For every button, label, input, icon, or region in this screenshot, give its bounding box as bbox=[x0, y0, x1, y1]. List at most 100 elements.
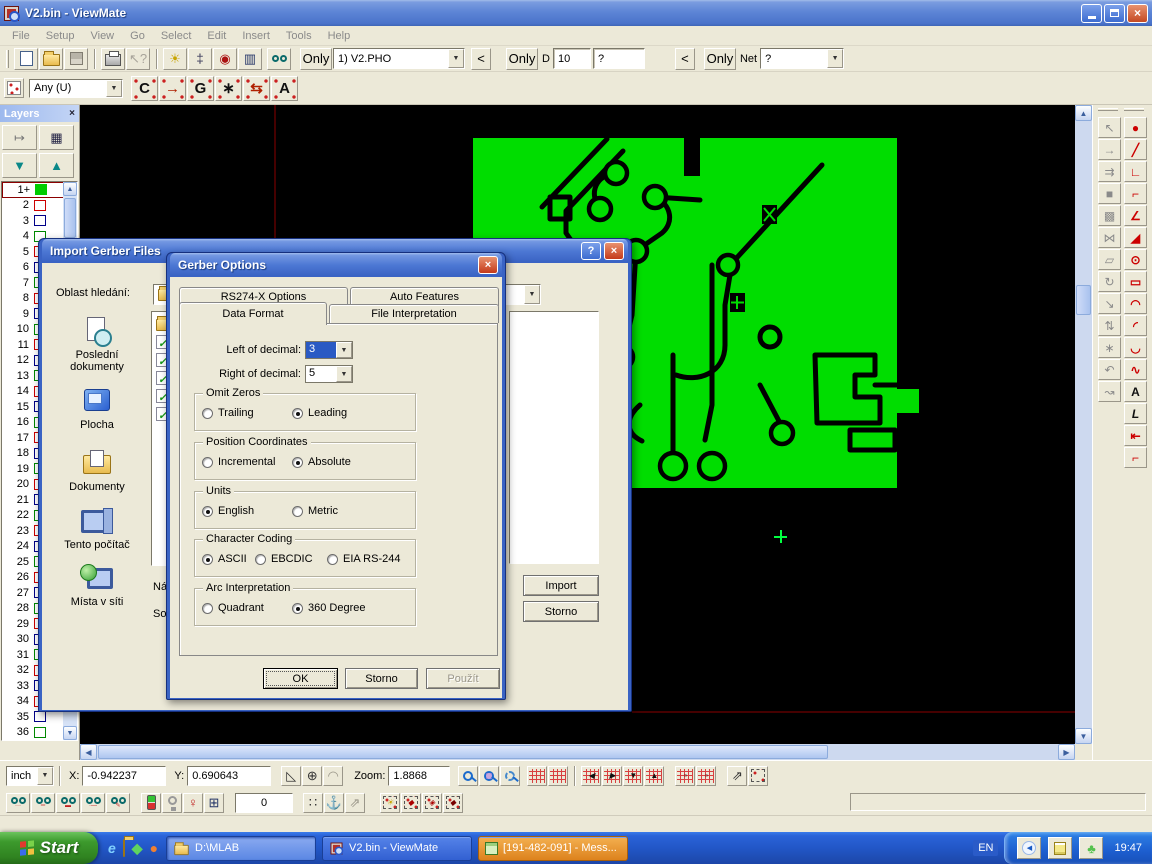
draw-arc-angle-button[interactable]: ∠ bbox=[1124, 205, 1147, 226]
highlight-component-button[interactable]: ◈ bbox=[422, 793, 442, 813]
firefox-quick-icon[interactable]: ● bbox=[150, 840, 158, 856]
scroll-up-icon[interactable]: ▲ bbox=[63, 182, 77, 196]
measure-diagonal-button[interactable]: ⇗ bbox=[727, 766, 747, 786]
chevron-down-icon[interactable]: ▼ bbox=[106, 80, 122, 97]
grid-value-field[interactable]: 0 bbox=[235, 793, 293, 813]
menu-tools[interactable]: Tools bbox=[278, 28, 320, 44]
chevron-down-icon[interactable]: ▼ bbox=[448, 49, 464, 68]
language-indicator[interactable]: EN bbox=[973, 840, 998, 856]
hscroll-thumb[interactable] bbox=[98, 745, 828, 759]
draw-corner-button[interactable]: ⌐ bbox=[1124, 183, 1147, 204]
grid-dcode-button[interactable] bbox=[527, 766, 547, 786]
cancel-button[interactable]: Storno bbox=[345, 668, 418, 689]
pad-target-button[interactable]: ◉ bbox=[213, 48, 237, 70]
layers-panel-titlebar[interactable]: Layers × bbox=[0, 105, 79, 122]
canvas-horizontal-scrollbar[interactable]: ◀ ▶ bbox=[80, 744, 1075, 760]
lamp-off-button[interactable] bbox=[162, 793, 182, 813]
zoom-in-button[interactable] bbox=[458, 766, 478, 786]
restore-button[interactable] bbox=[1104, 4, 1125, 23]
task-message[interactable]: [191-482-091] - Mess... bbox=[478, 836, 628, 861]
layer-composite-button[interactable]: ▦ bbox=[39, 125, 74, 150]
draw-arc2-button[interactable]: ◡ bbox=[1124, 337, 1147, 358]
active-layer-combo[interactable]: 1) V2.PHO ▼ bbox=[333, 48, 465, 69]
help-button[interactable]: ? bbox=[581, 242, 601, 260]
place-documents[interactable]: Dokumenty bbox=[49, 449, 145, 493]
dcode-traces-view-button[interactable]: ·— bbox=[81, 793, 105, 813]
radio-eia-rs-244[interactable]: EIA RS-244 bbox=[327, 553, 400, 565]
task-viewmate[interactable]: V2.bin - ViewMate bbox=[322, 836, 472, 861]
film-layers-button[interactable]: ▥ bbox=[238, 48, 262, 70]
dcode-type-combo[interactable]: Any (U) ▼ bbox=[29, 79, 123, 98]
draw-label-button[interactable]: L bbox=[1124, 403, 1147, 424]
chevron-down-icon[interactable]: ▼ bbox=[524, 285, 540, 304]
pan-up-button[interactable]: ▲ bbox=[644, 766, 664, 786]
menu-view[interactable]: View bbox=[82, 28, 122, 44]
place-desktop[interactable]: Plocha bbox=[49, 387, 145, 431]
settings-gear-button[interactable]: ∗ bbox=[1098, 337, 1121, 358]
center-target-button[interactable]: ⊕ bbox=[302, 766, 322, 786]
dcode-g-button[interactable]: G bbox=[187, 76, 214, 101]
scale-button[interactable]: ↘ bbox=[1098, 293, 1121, 314]
stoplight-button[interactable] bbox=[141, 793, 161, 813]
scroll-left-icon[interactable]: ◀ bbox=[80, 744, 97, 760]
pan-left-button[interactable]: ◀ bbox=[581, 766, 601, 786]
units-combo[interactable]: inch ▼ bbox=[6, 766, 54, 786]
draw-rect-button[interactable]: ▭ bbox=[1124, 271, 1147, 292]
layers-scroll-thumb[interactable] bbox=[64, 198, 76, 238]
apply-button[interactable]: Použít bbox=[426, 668, 500, 689]
canvas-vertical-scrollbar[interactable]: ▲ ▼ bbox=[1075, 105, 1092, 744]
save-file-button[interactable] bbox=[64, 48, 88, 70]
highlight-flash-button[interactable]: ☀ bbox=[380, 793, 400, 813]
place-network[interactable]: Místa v síti bbox=[49, 564, 145, 608]
layer-send-button[interactable]: ↦ bbox=[2, 125, 37, 150]
dcode-star-button[interactable]: ∗ bbox=[215, 76, 242, 101]
menu-insert[interactable]: Insert bbox=[234, 28, 278, 44]
radio-incremental[interactable]: Incremental bbox=[202, 456, 275, 468]
layers-close-icon[interactable]: × bbox=[69, 108, 75, 119]
right-of-decimal-combo[interactable]: 5 ▼ bbox=[305, 365, 353, 383]
pin-gauge-button[interactable]: ‡ bbox=[188, 48, 212, 70]
rotate-button[interactable]: ↻ bbox=[1098, 271, 1121, 292]
only-dcode-button[interactable]: Only bbox=[506, 48, 538, 70]
tab-data-format[interactable]: Data Format bbox=[179, 302, 327, 325]
zoom-field[interactable]: 1.8868 bbox=[388, 766, 450, 786]
tile-view-button[interactable]: ⊞ bbox=[204, 793, 224, 813]
draw-arc-button[interactable]: ◠ bbox=[1124, 293, 1147, 314]
fill-rect-button[interactable]: ■ bbox=[1098, 183, 1121, 204]
measure-glasses-button[interactable] bbox=[267, 48, 291, 70]
dcode-c-button[interactable]: C bbox=[131, 76, 158, 101]
radio-english[interactable]: English bbox=[202, 505, 254, 517]
menu-select[interactable]: Select bbox=[153, 28, 200, 44]
chevron-down-icon[interactable]: ▼ bbox=[336, 366, 352, 382]
layer-color-swatch[interactable] bbox=[34, 711, 46, 722]
place-recent-documents[interactable]: Poslednídokumenty bbox=[49, 317, 145, 373]
menu-file[interactable]: File bbox=[4, 28, 38, 44]
y-coordinate-field[interactable]: 0.690643 bbox=[187, 766, 271, 786]
chevron-down-icon[interactable]: ▼ bbox=[827, 49, 843, 68]
left-of-decimal-combo[interactable]: 3 ▼ bbox=[305, 341, 353, 359]
x-coordinate-field[interactable]: -0.942237 bbox=[82, 766, 166, 786]
start-button[interactable]: Start bbox=[0, 832, 98, 864]
menu-setup[interactable]: Setup bbox=[38, 28, 83, 44]
flash-highlight-button[interactable]: ☀ bbox=[163, 48, 187, 70]
task-explorer-mlab[interactable]: D:\MLAB bbox=[166, 836, 316, 861]
undo-button[interactable]: ↶ bbox=[1098, 359, 1121, 380]
prev-layer-button[interactable]: < bbox=[471, 48, 491, 70]
tray-notes-button[interactable] bbox=[1048, 837, 1072, 859]
layer-color-swatch[interactable] bbox=[35, 184, 47, 195]
zoom-window-button[interactable] bbox=[479, 766, 499, 786]
draw-circle-button[interactable]: ⊙ bbox=[1124, 249, 1147, 270]
explorer-quick-icon[interactable] bbox=[123, 840, 125, 856]
mirror-button[interactable]: ⋈ bbox=[1098, 227, 1121, 248]
probe-button[interactable]: ♀ bbox=[183, 793, 203, 813]
radio-ebcdic[interactable]: EBCDIC bbox=[255, 553, 313, 565]
msn-quick-icon[interactable]: ◆ bbox=[132, 840, 143, 857]
open-file-button[interactable] bbox=[39, 48, 63, 70]
select-pattern-button[interactable] bbox=[748, 766, 768, 786]
draw-line-button[interactable]: ╱ bbox=[1124, 139, 1147, 160]
draw-pad-button[interactable]: ● bbox=[1124, 117, 1147, 138]
vertex-move-button[interactable]: ⇅ bbox=[1098, 315, 1121, 336]
close-button[interactable]: × bbox=[604, 242, 624, 260]
chevron-down-icon[interactable]: ▼ bbox=[336, 342, 352, 358]
radio-metric[interactable]: Metric bbox=[292, 505, 338, 517]
